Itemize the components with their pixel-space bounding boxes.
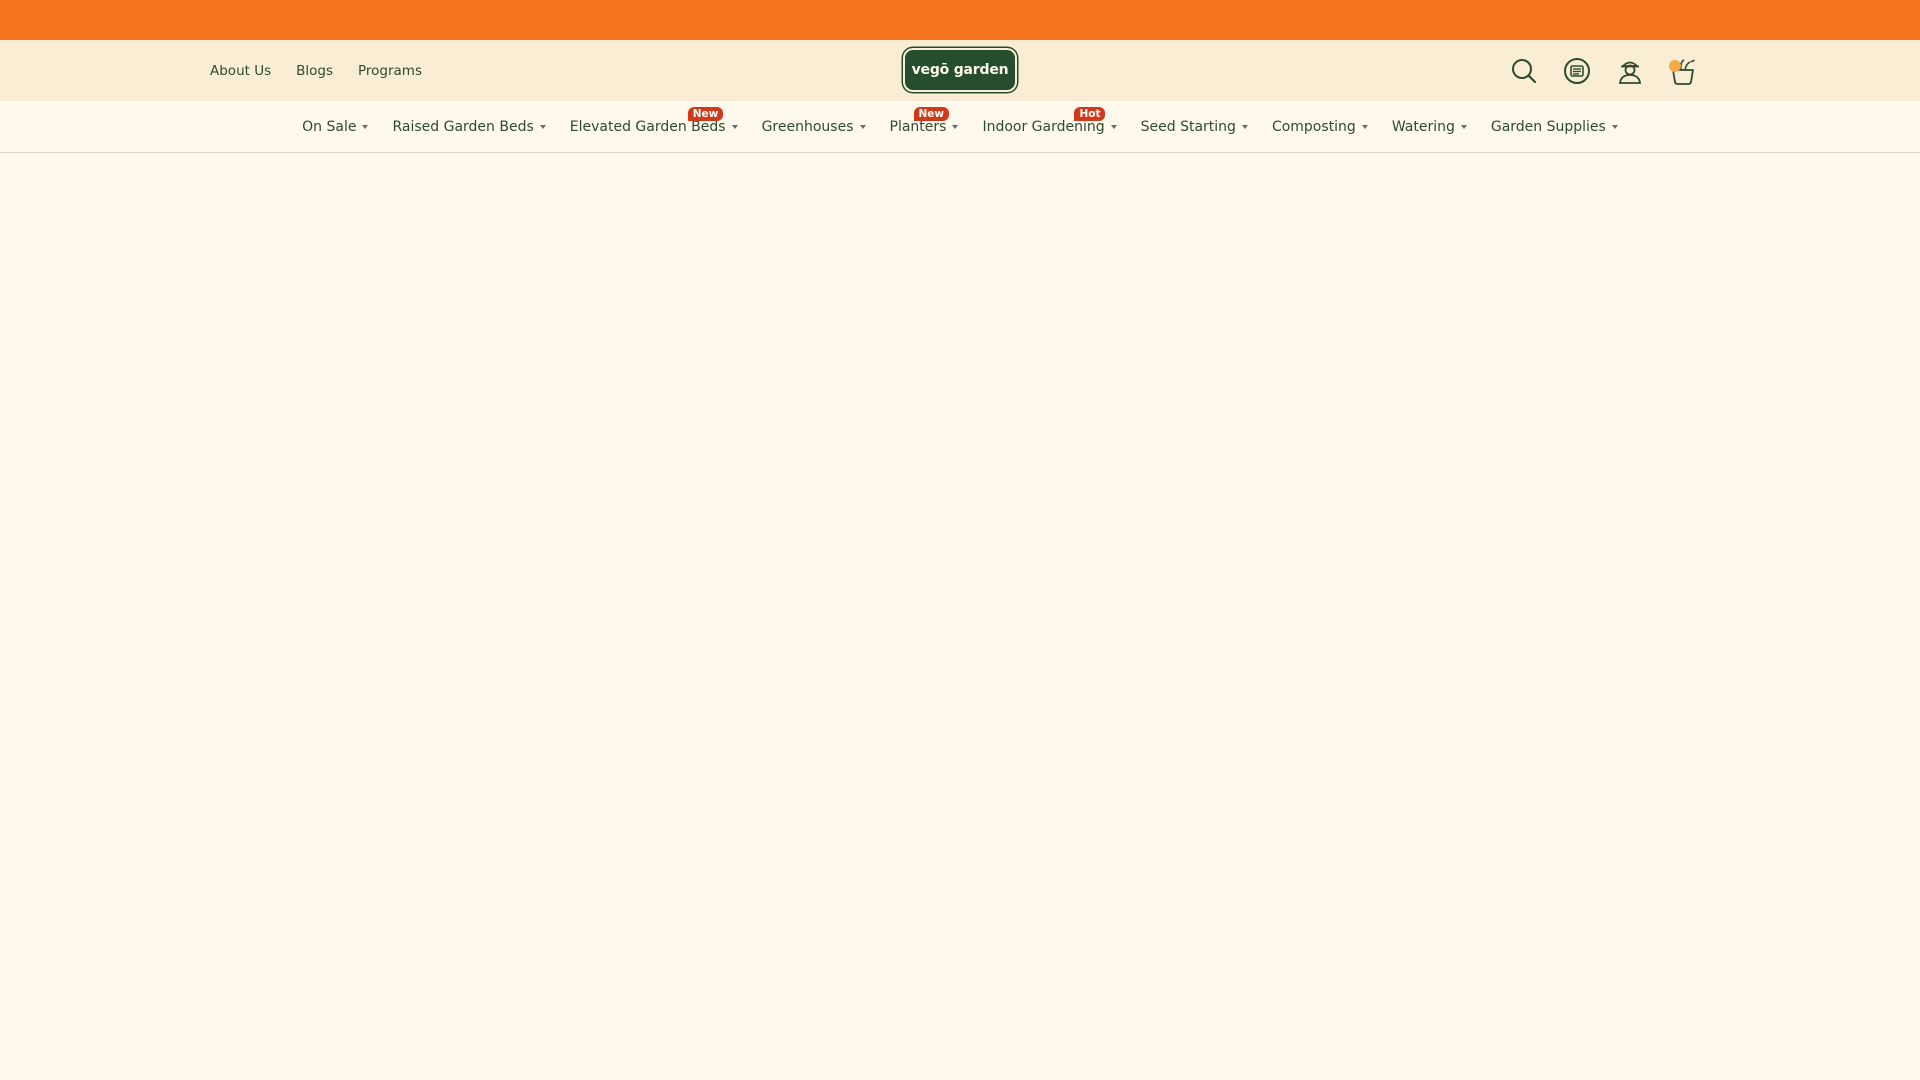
cart-indicator [1669,59,1681,72]
nav-item-seed-starting[interactable]: Seed Starting [1141,119,1248,135]
nav-item-indoor-gardening[interactable]: Hot Indoor Gardening [982,106,1117,135]
nav-item-label: Elevated Garden Beds [569,118,726,135]
caret-down-icon [362,125,369,129]
nav-item-planters[interactable]: New Planters [889,106,959,135]
nav-item-label: Indoor Gardening [982,118,1105,135]
nav-item-on-sale[interactable]: On Sale [302,118,369,135]
caret-down-icon [1241,125,1248,129]
nav-item-watering[interactable]: Watering [1392,119,1467,135]
caret-down-icon [539,125,546,129]
caret-down-icon [859,125,866,129]
site-header: About Us Blogs Programs vegō garden [0,40,1920,101]
nav-item-garden-supplies[interactable]: Garden Supplies [1491,119,1618,135]
nav-item-label: Garden Supplies [1490,118,1606,135]
new-badge: New [687,106,724,121]
promo-bar [0,0,1920,40]
site-logo[interactable]: vegō garden [905,50,1015,90]
caret-down-icon [731,125,738,129]
nav-item-label: On Sale [302,118,357,135]
cart-icon[interactable] [1667,55,1699,87]
nav-item-label: Greenhouses [761,118,854,135]
caret-down-icon [1110,125,1117,129]
nav-item-label: Planters [889,118,947,135]
nav-item-raised-garden-beds[interactable]: Raised Garden Beds [392,118,546,135]
header-icons [1508,40,1699,101]
nav-item-composting[interactable]: Composting [1272,119,1368,135]
about-us-link[interactable]: About Us [210,63,271,79]
programs-link[interactable]: Programs [358,63,422,79]
account-icon[interactable] [1614,55,1646,87]
new-badge: New [913,106,950,121]
caret-down-icon [952,125,959,129]
header-links: About Us Blogs Programs [210,40,422,101]
nav-item-label: Seed Starting [1140,118,1236,135]
caret-down-icon [1361,125,1368,129]
caret-down-icon [1611,125,1618,129]
search-icon[interactable] [1508,55,1540,87]
logo-text: vegō garden [911,62,1009,78]
nav-item-greenhouses[interactable]: Greenhouses [762,119,866,135]
nav-item-label: Raised Garden Beds [392,118,534,135]
nav-item-elevated-garden-beds[interactable]: New Elevated Garden Beds [569,106,738,135]
hot-badge: Hot [1074,106,1106,121]
caret-down-icon [1460,125,1467,129]
nav-item-label: Composting [1271,118,1356,135]
blogs-link[interactable]: Blogs [296,63,333,79]
main-content [0,153,1920,1080]
globe-icon[interactable] [1561,55,1593,87]
nav-item-label: Watering [1391,118,1455,135]
main-nav: On Sale Raised Garden Beds New Elevated … [0,101,1920,153]
